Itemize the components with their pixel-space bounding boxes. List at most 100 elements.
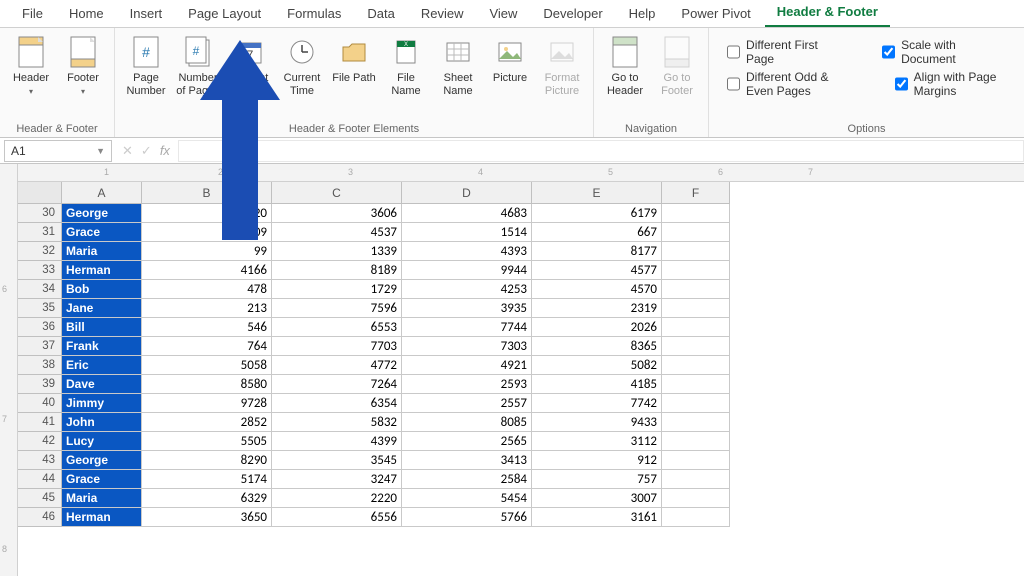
cell-value[interactable]: 8177 [532, 242, 662, 261]
cell-value[interactable]: 5454 [402, 489, 532, 508]
cell-name[interactable]: John [62, 413, 142, 432]
tab-file[interactable]: File [10, 0, 55, 27]
cell-empty[interactable] [662, 299, 730, 318]
cell-name[interactable]: Jane [62, 299, 142, 318]
diff-odd-even-checkbox[interactable]: Different Odd & Even Pages [727, 70, 855, 98]
cell-value[interactable]: 4253 [402, 280, 532, 299]
enter-icon[interactable]: ✓ [141, 143, 152, 159]
cell-name[interactable]: Dave [62, 375, 142, 394]
cell-value[interactable]: 6179 [532, 204, 662, 223]
cell-value[interactable]: 5058 [142, 356, 272, 375]
cell-value[interactable]: 3112 [532, 432, 662, 451]
row-header[interactable]: 34 [18, 280, 62, 299]
tab-formulas[interactable]: Formulas [275, 0, 353, 27]
cell-value[interactable]: 4577 [532, 261, 662, 280]
cell-value[interactable]: 3413 [402, 451, 532, 470]
row-header[interactable]: 39 [18, 375, 62, 394]
cell-value[interactable]: 9944 [402, 261, 532, 280]
cell-value[interactable]: 9728 [142, 394, 272, 413]
tab-help[interactable]: Help [617, 0, 668, 27]
file-path-button[interactable]: File Path [329, 32, 379, 118]
cell-value[interactable]: 8580 [142, 375, 272, 394]
cell-value[interactable]: 764 [142, 337, 272, 356]
cell-value[interactable]: 3161 [532, 508, 662, 527]
header-button[interactable]: Header ▾ [6, 32, 56, 118]
cell-value[interactable]: 6329 [142, 489, 272, 508]
diff-first-page-checkbox[interactable]: Different First Page [727, 38, 842, 66]
cell-value[interactable]: 667 [532, 223, 662, 242]
scale-with-document-checkbox[interactable]: Scale with Document [882, 38, 1006, 66]
cell-name[interactable]: Lucy [62, 432, 142, 451]
row-header[interactable]: 43 [18, 451, 62, 470]
page-number-button[interactable]: # Page Number [121, 32, 171, 118]
cell-value[interactable]: 3935 [402, 299, 532, 318]
cell-value[interactable]: 2220 [272, 489, 402, 508]
tab-developer[interactable]: Developer [531, 0, 614, 27]
cell-value[interactable]: 7703 [272, 337, 402, 356]
cell-value[interactable]: 5520 [142, 204, 272, 223]
current-date-button[interactable]: 7 Current Date [225, 32, 275, 118]
column-header-B[interactable]: B [142, 182, 272, 204]
cell-empty[interactable] [662, 451, 730, 470]
fx-icon[interactable]: fx [160, 143, 170, 158]
cell-name[interactable]: Frank [62, 337, 142, 356]
cell-name[interactable]: Jimmy [62, 394, 142, 413]
cell-value[interactable]: 3007 [532, 489, 662, 508]
name-box[interactable]: A1 ▼ [4, 140, 112, 162]
cell-value[interactable]: 5082 [532, 356, 662, 375]
row-header[interactable]: 30 [18, 204, 62, 223]
cell-value[interactable]: 7596 [272, 299, 402, 318]
cell-value[interactable]: 9433 [532, 413, 662, 432]
tab-home[interactable]: Home [57, 0, 116, 27]
column-header-A[interactable]: A [62, 182, 142, 204]
row-header[interactable]: 41 [18, 413, 62, 432]
cell-empty[interactable] [662, 318, 730, 337]
cell-value[interactable]: 4683 [402, 204, 532, 223]
cell-name[interactable]: Maria [62, 489, 142, 508]
cell-empty[interactable] [662, 394, 730, 413]
cell-value[interactable]: 8365 [532, 337, 662, 356]
formula-bar[interactable] [178, 140, 1024, 162]
row-header[interactable]: 32 [18, 242, 62, 261]
cell-value[interactable]: 4393 [402, 242, 532, 261]
row-header[interactable]: 45 [18, 489, 62, 508]
cell-value[interactable]: 3545 [272, 451, 402, 470]
row-header[interactable]: 31 [18, 223, 62, 242]
cell-value[interactable]: 4185 [532, 375, 662, 394]
cell-empty[interactable] [662, 261, 730, 280]
column-header-F[interactable]: F [662, 182, 730, 204]
column-header-C[interactable]: C [272, 182, 402, 204]
cell-name[interactable]: Maria [62, 242, 142, 261]
cell-empty[interactable] [662, 204, 730, 223]
cell-value[interactable]: 7264 [272, 375, 402, 394]
cell-empty[interactable] [662, 375, 730, 394]
cell-value[interactable]: 1339 [272, 242, 402, 261]
cell-value[interactable]: 4399 [272, 432, 402, 451]
cell-value[interactable]: 2593 [402, 375, 532, 394]
row-header[interactable]: 44 [18, 470, 62, 489]
tab-page-layout[interactable]: Page Layout [176, 0, 273, 27]
cell-name[interactable]: Herman [62, 261, 142, 280]
cell-value[interactable]: 8085 [402, 413, 532, 432]
cell-value[interactable]: 4537 [272, 223, 402, 242]
cell-empty[interactable] [662, 489, 730, 508]
cell-value[interactable]: 3650 [142, 508, 272, 527]
row-header[interactable]: 46 [18, 508, 62, 527]
cell-value[interactable]: 8290 [142, 451, 272, 470]
row-header[interactable]: 42 [18, 432, 62, 451]
cell-value[interactable]: 2584 [402, 470, 532, 489]
cell-name[interactable]: Bob [62, 280, 142, 299]
cell-empty[interactable] [662, 223, 730, 242]
cell-value[interactable]: 5174 [142, 470, 272, 489]
cell-value[interactable]: 4570 [532, 280, 662, 299]
footer-button[interactable]: Footer ▾ [58, 32, 108, 118]
column-header-D[interactable]: D [402, 182, 532, 204]
cell-value[interactable]: 3606 [272, 204, 402, 223]
goto-header-button[interactable]: Go to Header [600, 32, 650, 118]
cell-value[interactable]: 6556 [272, 508, 402, 527]
cell-value[interactable]: 5832 [272, 413, 402, 432]
cell-value[interactable]: 2026 [532, 318, 662, 337]
cell-value[interactable]: 213 [142, 299, 272, 318]
cell-empty[interactable] [662, 508, 730, 527]
cell-value[interactable]: 6354 [272, 394, 402, 413]
